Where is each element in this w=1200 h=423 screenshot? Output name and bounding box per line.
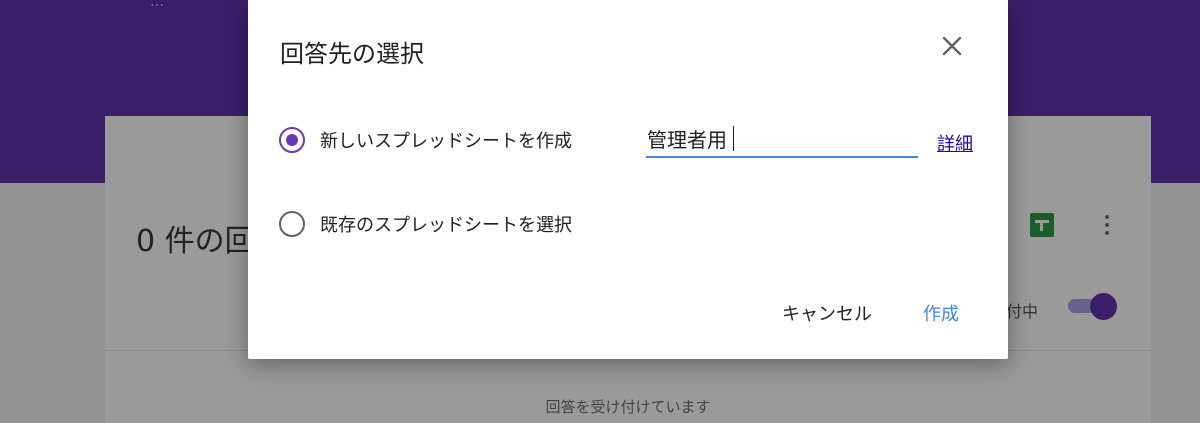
option-new-spreadsheet[interactable]: 新しいスプレッドシートを作成 xyxy=(279,127,572,153)
option-label: 新しいスプレッドシートを作成 xyxy=(320,131,572,152)
option-label: 既存のスプレッドシートを選択 xyxy=(320,215,572,236)
spreadsheet-name-input[interactable] xyxy=(646,121,918,158)
close-button[interactable] xyxy=(936,30,968,62)
details-link[interactable]: 詳細 xyxy=(937,130,973,156)
radio-new-spreadsheet[interactable] xyxy=(279,127,305,153)
cancel-button[interactable]: キャンセル xyxy=(782,300,872,326)
more-vert-icon[interactable] xyxy=(1103,213,1111,237)
accepting-responses-label: 付中 xyxy=(1006,302,1039,321)
select-destination-dialog: 回答先の選択 新しいスプレッドシートを作成 詳細 既存のスプレッドシートを選択 … xyxy=(248,0,1008,359)
accepting-status-text: 回答を受け付けています xyxy=(545,398,711,416)
text-caret xyxy=(733,126,734,151)
create-button[interactable]: 作成 xyxy=(923,300,959,326)
close-icon xyxy=(942,36,962,56)
radio-existing-spreadsheet[interactable] xyxy=(279,211,305,237)
stage: … 0 件の回 付中 回答を受け付けています 回答先の選択 新しいスプレッドシー… xyxy=(0,0,1200,423)
dialog-title: 回答先の選択 xyxy=(280,40,424,68)
response-count-title: 0 件の回 xyxy=(136,224,255,259)
accepting-toggle-knob[interactable] xyxy=(1090,293,1117,320)
option-existing-spreadsheet[interactable]: 既存のスプレッドシートを選択 xyxy=(279,211,572,237)
sheets-icon[interactable] xyxy=(1030,213,1054,237)
header-text: … xyxy=(150,0,166,10)
